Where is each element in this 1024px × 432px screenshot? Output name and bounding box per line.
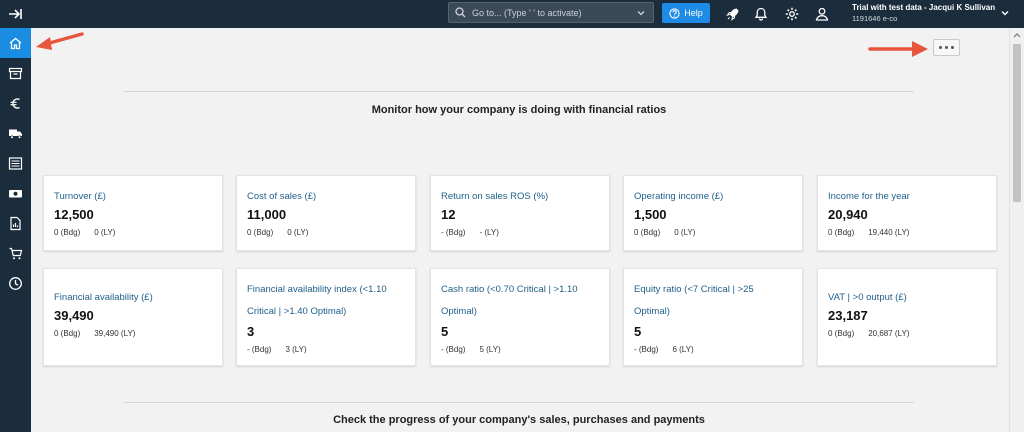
archive-icon [8, 67, 23, 79]
bell-icon[interactable] [752, 5, 770, 23]
kpi-budget: - (Bdg) [441, 228, 466, 237]
list-icon [8, 156, 23, 170]
home-icon [9, 37, 22, 49]
kpi-last-year: 20,687 (LY) [868, 329, 910, 338]
kpi-value: 5 [441, 324, 449, 339]
cart-icon [9, 247, 23, 259]
kpi-budget: - (Bdg) [634, 345, 659, 354]
annotation-arrow-icon [36, 32, 84, 50]
report-icon [10, 216, 21, 230]
kpi-budget: - (Bdg) [247, 345, 272, 354]
kpi-last-year: - (LY) [479, 228, 499, 237]
more-options-button[interactable] [933, 39, 960, 56]
question-icon [669, 7, 680, 19]
kpi-last-year: 5 (LY) [479, 345, 501, 354]
kpi-title: Income for the year [828, 191, 910, 202]
kpi-title: VAT | >0 output (£) [828, 292, 907, 303]
help-button[interactable]: Help [662, 3, 710, 23]
sidebar-item-purchases[interactable] [0, 238, 31, 268]
kpi-last-year: 19,440 (LY) [868, 228, 910, 237]
rocket-icon[interactable] [724, 5, 742, 23]
account-title: Trial with test data - Jacqui K Sullivan [852, 3, 996, 12]
sidebar [0, 28, 31, 432]
gear-icon[interactable] [783, 5, 801, 23]
kpi-last-year: 0 (LY) [674, 228, 696, 237]
vertical-scrollbar[interactable] [1009, 28, 1024, 432]
kpi-card-financial-availability-index[interactable]: Financial availability index (<1.10 Crit… [236, 268, 416, 366]
sidebar-item-home[interactable] [0, 28, 31, 58]
help-label: Help [684, 8, 703, 18]
search-icon [455, 7, 466, 18]
kpi-card-cash-ratio[interactable]: Cash ratio (<0.70 Critical | >1.10 Optim… [430, 268, 610, 366]
sidebar-item-cash[interactable] [0, 178, 31, 208]
cash-icon [9, 189, 22, 197]
truck-icon [9, 129, 22, 139]
top-bar: Go to... (Type ' ' to activate) Help Tri… [0, 0, 1024, 28]
kpi-budget: 0 (Bdg) [828, 329, 855, 338]
kpi-last-year: 0 (LY) [287, 228, 309, 237]
kpi-value: 11,000 [247, 207, 287, 222]
sidebar-item-deliveries[interactable] [0, 118, 31, 148]
kpi-title: Cash ratio (<0.70 Critical | >1.10 Optim… [441, 284, 578, 317]
kpi-value: 3 [247, 324, 255, 339]
section-divider [124, 91, 914, 92]
sidebar-item-archive[interactable] [0, 58, 31, 88]
kpi-value: 12,500 [54, 207, 94, 222]
kpi-budget: 0 (Bdg) [54, 329, 81, 338]
kpi-budget: 0 (Bdg) [247, 228, 274, 237]
kpi-budget: 0 (Bdg) [828, 228, 855, 237]
euro-icon [10, 97, 20, 109]
search-placeholder: Go to... (Type ' ' to activate) [472, 7, 582, 18]
sidebar-item-history[interactable] [0, 268, 31, 298]
kpi-title: Return on sales ROS (%) [441, 191, 549, 202]
kpi-card-operating-income[interactable]: Operating income (£) 1,500 0 (Bdg) 0 (LY) [623, 175, 803, 251]
kpi-value: 5 [634, 324, 642, 339]
sidebar-item-reports[interactable] [0, 208, 31, 238]
search-input[interactable]: Go to... (Type ' ' to activate) [448, 2, 654, 23]
annotation-arrow-icon [868, 41, 928, 57]
kpi-title: Turnover (£) [54, 191, 106, 202]
kpi-value: 20,940 [828, 207, 868, 222]
kpi-card-income-for-the-year[interactable]: Income for the year 20,940 0 (Bdg) 19,440… [817, 175, 997, 251]
scrollbar-thumb[interactable] [1013, 44, 1021, 202]
scroll-up-icon[interactable] [1010, 30, 1024, 40]
kpi-last-year: 0 (LY) [94, 228, 116, 237]
kpi-budget: 0 (Bdg) [634, 228, 661, 237]
kpi-title: Equity ratio (<7 Critical | >25 Optimal) [634, 284, 754, 317]
kpi-title: Financial availability index (<1.10 Crit… [247, 284, 387, 317]
expand-menu-icon[interactable] [6, 5, 24, 23]
kpi-card-equity-ratio[interactable]: Equity ratio (<7 Critical | >25 Optimal)… [623, 268, 803, 366]
account-subtitle: 1191646 e-co [852, 14, 898, 23]
kpi-last-year: 39,490 (LY) [94, 329, 136, 338]
kpi-value: 39,490 [54, 308, 94, 323]
kpi-value: 23,187 [828, 308, 868, 323]
kpi-card-financial-availability[interactable]: Financial availability (£) 39,490 0 (Bdg… [43, 268, 223, 366]
clock-icon [9, 276, 22, 290]
chevron-down-icon [637, 11, 645, 16]
kpi-title: Cost of sales (£) [247, 191, 317, 202]
kpi-budget: - (Bdg) [441, 345, 466, 354]
kpi-card-turnover[interactable]: Turnover (£) 12,500 0 (Bdg) 0 (LY) [43, 175, 223, 251]
section-title-ratios: Monitor how your company is doing with f… [371, 104, 667, 116]
kpi-value: 1,500 [634, 207, 667, 222]
kpi-title: Operating income (£) [634, 191, 724, 202]
kpi-title: Financial availability (£) [54, 292, 153, 303]
kpi-budget: 0 (Bdg) [54, 228, 81, 237]
kpi-last-year: 3 (LY) [285, 345, 307, 354]
kpi-last-year: 6 (LY) [672, 345, 694, 354]
kpi-card-return-on-sales[interactable]: Return on sales ROS (%) 12 - (Bdg) - (LY) [430, 175, 610, 251]
sidebar-item-list[interactable] [0, 148, 31, 178]
sidebar-item-euro[interactable] [0, 88, 31, 118]
kpi-value: 12 [441, 207, 456, 222]
section-title-progress: Check the progress of your company's sal… [333, 414, 705, 426]
kpi-card-vat[interactable]: VAT | >0 output (£) 23,187 0 (Bdg) 20,687… [817, 268, 997, 366]
chevron-down-icon[interactable] [1000, 8, 1010, 18]
section-divider [124, 402, 914, 403]
kpi-card-cost-of-sales[interactable]: Cost of sales (£) 11,000 0 (Bdg) 0 (LY) [236, 175, 416, 251]
account-switcher[interactable]: Trial with test data - Jacqui K Sullivan… [852, 3, 995, 23]
user-icon[interactable] [813, 5, 831, 23]
